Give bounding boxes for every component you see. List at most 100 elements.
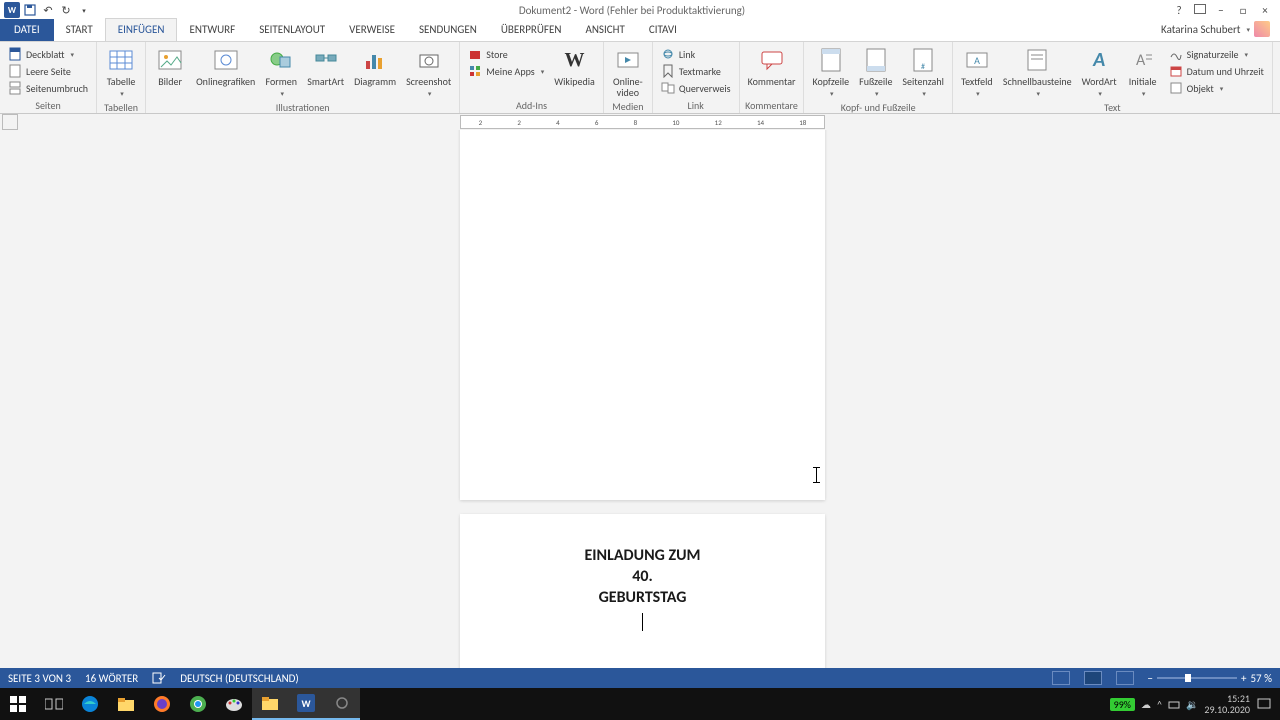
tab-einfuegen[interactable]: EINFÜGEN (105, 18, 178, 41)
initiale-button[interactable]: AInitiale▾ (1123, 44, 1163, 101)
kopfzeile-button[interactable]: Kopfzeile▾ (808, 44, 853, 101)
zoom-in-button[interactable]: + (1241, 672, 1246, 685)
tab-sendungen[interactable]: SENDUNGEN (407, 19, 489, 41)
battery-indicator[interactable]: 99% (1110, 698, 1135, 711)
page-previous[interactable] (460, 130, 825, 500)
kommentar-button[interactable]: Kommentar (744, 44, 800, 89)
mouse-text-cursor-icon (816, 467, 817, 483)
document-area[interactable]: EINLADUNG ZUM 40. GEBURTSTAG (0, 130, 1280, 668)
view-web-layout-icon[interactable] (1116, 671, 1134, 685)
taskbar-chrome-icon[interactable] (180, 688, 216, 720)
wikipedia-button[interactable]: WWikipedia (550, 44, 599, 89)
taskbar-explorer2-icon[interactable] (252, 688, 288, 720)
status-page[interactable]: SEITE 3 VON 3 (8, 672, 71, 685)
signaturzeile-button[interactable]: Signaturzeile▾ (1167, 46, 1266, 62)
tray-network-icon[interactable] (1168, 699, 1180, 709)
minimize-icon[interactable]: − (1214, 4, 1228, 17)
tab-file[interactable]: DATEI (0, 19, 54, 41)
start-button[interactable] (0, 688, 36, 720)
tab-verweise[interactable]: VERWEISE (337, 19, 407, 41)
seitenumbruch-button[interactable]: Seitenumbruch (6, 80, 90, 96)
window-title: Dokument2 - Word (Fehler bei Produktakti… (92, 4, 1172, 17)
tray-chevron-up-icon[interactable]: ^ (1157, 698, 1162, 711)
group-symbole: πFormel▾ ΩSymbol▾ Symbole (1273, 42, 1280, 113)
store-button[interactable]: Store (466, 46, 546, 62)
view-print-layout-icon[interactable] (1084, 671, 1102, 685)
close-icon[interactable]: × (1258, 4, 1272, 17)
onlinevideo-button[interactable]: Online- video (608, 44, 648, 100)
video-icon (614, 46, 642, 74)
chevron-down-icon: ▾ (428, 89, 432, 98)
status-proofing-icon[interactable] (152, 672, 166, 684)
taskbar-explorer-icon[interactable] (108, 688, 144, 720)
datum-uhrzeit-button[interactable]: Datum und Uhrzeit (1167, 63, 1266, 79)
tab-ansicht[interactable]: ANSICHT (573, 19, 636, 41)
maximize-icon[interactable]: □ (1236, 4, 1250, 17)
meine-apps-button[interactable]: Meine Apps▾ (466, 63, 546, 79)
header-icon (817, 46, 845, 74)
formen-button[interactable]: Formen▾ (261, 44, 301, 101)
save-icon[interactable] (22, 2, 38, 18)
status-word-count[interactable]: 16 WÖRTER (85, 672, 138, 685)
tray-clock[interactable]: 15:21 29.10.2020 (1204, 693, 1250, 715)
zoom-thumb[interactable] (1185, 674, 1191, 682)
datetime-icon (1169, 64, 1183, 78)
querverweis-button[interactable]: Querverweis (659, 80, 733, 96)
status-language[interactable]: DEUTSCH (DEUTSCHLAND) (180, 672, 299, 685)
account-menu[interactable]: Katarina Schubert ▾ (1151, 17, 1280, 41)
tab-entwurf[interactable]: ENTWURF (177, 19, 247, 41)
textfeld-button[interactable]: ATextfeld▾ (957, 44, 997, 101)
qat-customize-icon[interactable]: ▾ (76, 2, 92, 18)
group-label: Kommentare (744, 99, 800, 113)
ruler-corner[interactable] (2, 114, 18, 130)
view-read-mode-icon[interactable] (1052, 671, 1070, 685)
deckblatt-button[interactable]: Deckblatt▾ (6, 46, 90, 62)
screenshot-button[interactable]: Screenshot▾ (402, 44, 455, 101)
wordart-button[interactable]: AWordArt▾ (1078, 44, 1121, 101)
fusszeile-button[interactable]: Fußzeile▾ (855, 44, 896, 101)
taskbar-paint-icon[interactable] (216, 688, 252, 720)
horizontal-ruler[interactable]: 2 2 4 6 8 10 12 14 18 (460, 115, 825, 129)
bilder-button[interactable]: Bilder (150, 44, 190, 89)
leere-seite-button[interactable]: Leere Seite (6, 63, 90, 79)
group-label: Add-Ins (464, 99, 599, 113)
taskbar-word-icon[interactable]: W (288, 688, 324, 720)
tab-citavi[interactable]: CITAVI (637, 19, 689, 41)
objekt-button[interactable]: Objekt▾ (1167, 80, 1266, 96)
tabelle-button[interactable]: Tabelle▾ (101, 44, 141, 101)
textmarke-button[interactable]: Textmarke (659, 63, 733, 79)
dropcap-icon: A (1129, 46, 1157, 74)
taskbar-obs-icon[interactable] (324, 688, 360, 720)
page-current[interactable]: EINLADUNG ZUM 40. GEBURTSTAG (460, 514, 825, 668)
zoom-percent[interactable]: 57 % (1250, 672, 1272, 685)
window-controls: ? − □ × (1172, 4, 1280, 17)
ribbon-display-icon[interactable] (1194, 4, 1206, 14)
zoom-control: − + 57 % (1148, 672, 1272, 685)
chevron-down-icon: ▾ (1220, 84, 1224, 93)
chevron-down-icon: ▾ (1037, 89, 1041, 98)
zoom-out-button[interactable]: − (1148, 672, 1153, 685)
schnellbausteine-button[interactable]: Schnellbausteine▾ (999, 44, 1076, 101)
tab-seitenlayout[interactable]: SEITENLAYOUT (247, 19, 337, 41)
tray-volume-icon[interactable]: 🔉 (1186, 698, 1198, 711)
group-text: ATextfeld▾ Schnellbausteine▾ AWordArt▾ A… (953, 42, 1273, 113)
undo-icon[interactable]: ↶ (40, 2, 56, 18)
taskbar-firefox-icon[interactable] (144, 688, 180, 720)
chart-icon (361, 46, 389, 74)
diagramm-button[interactable]: Diagramm (350, 44, 400, 89)
group-label: Kopf- und Fußzeile (808, 101, 947, 115)
redo-icon[interactable]: ↻ (58, 2, 74, 18)
seitenzahl-button[interactable]: #Seitenzahl▾ (898, 44, 947, 101)
tray-cloud-icon[interactable]: ☁ (1141, 698, 1151, 711)
tab-ueberpruefen[interactable]: ÜBERPRÜFEN (489, 19, 574, 41)
tray-notifications-icon[interactable] (1256, 697, 1272, 711)
smartart-button[interactable]: SmartArt (303, 44, 348, 89)
onlinegrafiken-button[interactable]: Onlinegrafiken (192, 44, 259, 89)
link-button[interactable]: Link (659, 46, 733, 62)
task-view-icon[interactable] (36, 688, 72, 720)
zoom-slider[interactable] (1157, 677, 1237, 679)
tab-start[interactable]: START (54, 19, 105, 41)
quick-access-toolbar: W ↶ ↻ ▾ (0, 2, 92, 18)
help-icon[interactable]: ? (1172, 4, 1186, 17)
taskbar-edge-icon[interactable] (72, 688, 108, 720)
